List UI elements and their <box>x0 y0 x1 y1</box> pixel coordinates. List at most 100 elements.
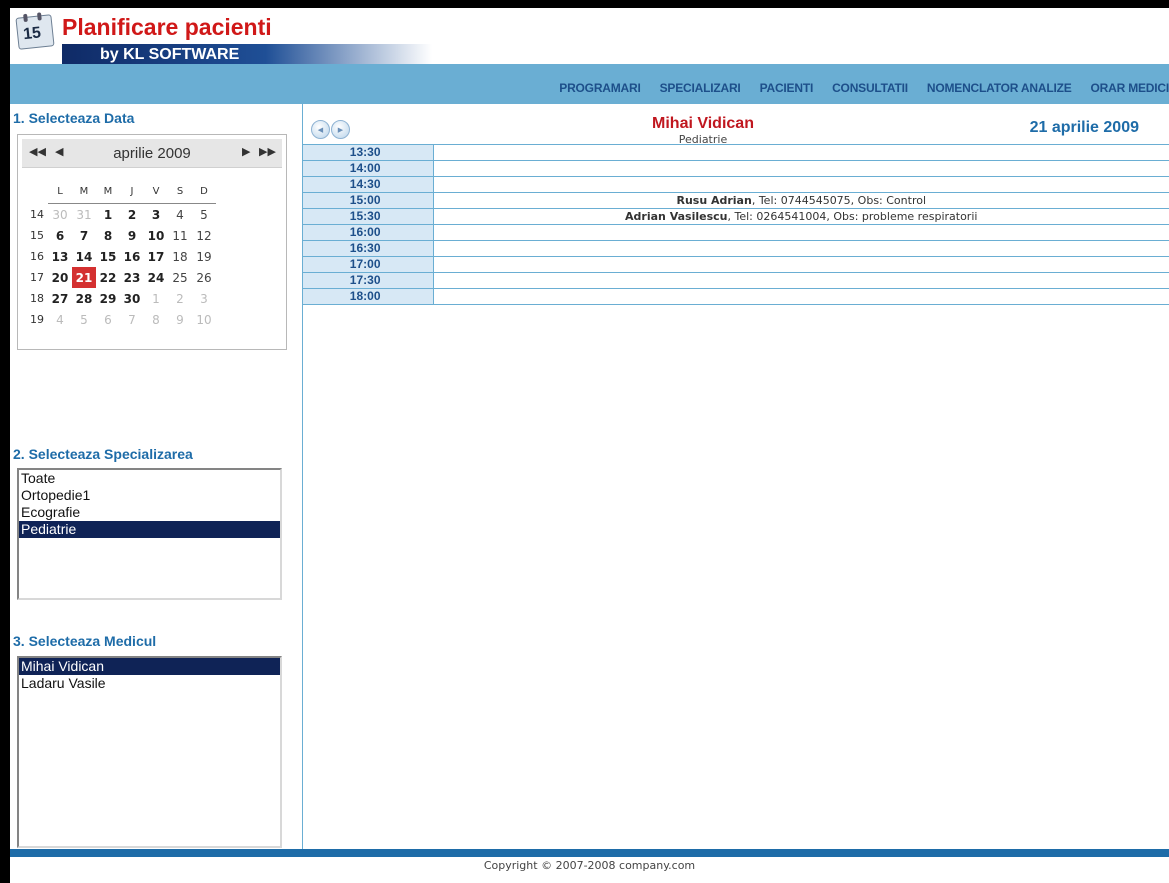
calendar-day[interactable]: 14 <box>72 246 96 267</box>
appointment-cell[interactable] <box>433 224 1169 241</box>
nav-programari[interactable]: PROGRAMARI <box>559 81 641 95</box>
calendar-day[interactable]: 30 <box>48 204 72 226</box>
calendar-day[interactable]: 18 <box>168 246 192 267</box>
calendar-day[interactable]: 15 <box>96 246 120 267</box>
calendar-grid: LMMJVSD 14 30 31 1 2 3 4 5 15 6 7 8 9 10 11 12 16 13 14 15 1… <box>26 179 216 330</box>
weekday-header: S <box>168 179 192 204</box>
selected-date: 21 aprilie 2009 <box>1029 119 1139 136</box>
appointment-cell[interactable] <box>433 160 1169 177</box>
time-slot-label: 16:00 <box>303 224 434 241</box>
day-navigation: ◀ ▶ <box>311 120 351 139</box>
footer-copyright: Copyright © 2007-2008 company.com <box>483 859 696 872</box>
calendar-day[interactable]: 24 <box>144 267 168 288</box>
specialization-listbox[interactable]: Toate Ortopedie1 Ecografie Pediatrie <box>17 468 282 600</box>
calendar-day[interactable]: 5 <box>192 204 216 226</box>
calendar-day[interactable]: 7 <box>72 225 96 246</box>
appointment-cell[interactable] <box>433 144 1169 161</box>
calendar-day[interactable]: 4 <box>48 309 72 330</box>
time-slot-label: 15:30 <box>303 208 434 225</box>
appointment-details: , Tel: 0744545075, Obs: Control <box>751 194 927 207</box>
calendar-day[interactable]: 5 <box>72 309 96 330</box>
calendar-day[interactable]: 26 <box>192 267 216 288</box>
list-item[interactable]: Ortopedie1 <box>19 487 280 504</box>
time-slot-label: 17:30 <box>303 272 434 289</box>
round-prev-icon[interactable]: ◀ <box>311 120 330 139</box>
appointment-cell[interactable]: Rusu Adrian, Tel: 0744545075, Obs: Contr… <box>433 192 1169 209</box>
calendar-day[interactable]: 8 <box>144 309 168 330</box>
calendar-day[interactable]: 30 <box>120 288 144 309</box>
calendar-day[interactable]: 12 <box>192 225 216 246</box>
time-slot-label: 15:00 <box>303 192 434 209</box>
calendar-day[interactable]: 9 <box>120 225 144 246</box>
calendar-day[interactable]: 4 <box>168 204 192 226</box>
calendar-day[interactable]: 28 <box>72 288 96 309</box>
calendar-day[interactable]: 6 <box>48 225 72 246</box>
calendar-day[interactable]: 29 <box>96 288 120 309</box>
calendar-day[interactable]: 7 <box>120 309 144 330</box>
calendar-day[interactable]: 20 <box>48 267 72 288</box>
nav-pacienti[interactable]: PACIENTI <box>760 81 814 95</box>
schedule-row: 16:30 <box>303 240 1169 257</box>
schedule-row: 14:00 <box>303 160 1169 177</box>
list-item[interactable]: Pediatrie <box>19 521 280 538</box>
list-item[interactable]: Toate <box>19 470 280 487</box>
calendar-icon: 15 <box>15 12 55 50</box>
calendar-day[interactable]: 3 <box>144 204 168 226</box>
calendar-day[interactable]: 10 <box>192 309 216 330</box>
calendar-day[interactable]: 1 <box>144 288 168 309</box>
calendar-day[interactable]: 17 <box>144 246 168 267</box>
schedule-row: 15:00 Rusu Adrian, Tel: 0744545075, Obs: … <box>303 192 1169 209</box>
calendar-day[interactable]: 16 <box>120 246 144 267</box>
time-slot-label: 18:00 <box>303 288 434 305</box>
double-right-arrow-icon[interactable]: ▶▶ <box>259 145 276 158</box>
nav-nomenclator-analize[interactable]: NOMENCLATOR ANALIZE <box>927 81 1072 95</box>
calendar-day[interactable]: 3 <box>192 288 216 309</box>
weekday-header: M <box>96 179 120 204</box>
footer-bar <box>10 849 1169 857</box>
right-arrow-icon[interactable]: ▶ <box>242 145 250 158</box>
nav-consultatii[interactable]: CONSULTATII <box>832 81 908 95</box>
calendar-day[interactable]: 2 <box>168 288 192 309</box>
schedule-row: 14:30 <box>303 176 1169 193</box>
list-item[interactable]: Ecografie <box>19 504 280 521</box>
calendar-day[interactable]: 25 <box>168 267 192 288</box>
nav-orar-medici[interactable]: ORAR MEDICI <box>1091 81 1169 95</box>
calendar-day[interactable]: 2 <box>120 204 144 226</box>
calendar-day[interactable]: 31 <box>72 204 96 226</box>
specialization-section-title: 2. Selecteaza Specializarea <box>13 446 193 462</box>
round-next-icon[interactable]: ▶ <box>331 120 350 139</box>
calendar-day[interactable]: 9 <box>168 309 192 330</box>
calendar-week: 17 20 21 22 23 24 25 26 <box>26 267 216 288</box>
calendar-day[interactable]: 22 <box>96 267 120 288</box>
week-number: 19 <box>30 313 44 326</box>
list-item[interactable]: Ladaru Vasile <box>19 675 280 692</box>
appointment-cell[interactable] <box>433 288 1169 305</box>
calendar-day[interactable]: 1 <box>96 204 120 226</box>
calendar: ◀◀ ◀ aprilie 2009 ▶ ▶▶ LMMJVSD 14 30 31 1 2 3… <box>17 134 287 350</box>
doctor-listbox[interactable]: Mihai Vidican Ladaru Vasile <box>17 656 282 848</box>
appointment-cell[interactable]: Adrian Vasilescu, Tel: 0264541004, Obs: … <box>433 208 1169 225</box>
calendar-day[interactable]: 6 <box>96 309 120 330</box>
calendar-body: 14 30 31 1 2 3 4 5 15 6 7 8 9 10 11 12 16 13 14 15 16 17 18 19 1… <box>26 204 216 331</box>
calendar-day[interactable]: 11 <box>168 225 192 246</box>
weekday-header: D <box>192 179 216 204</box>
week-number: 18 <box>30 292 44 305</box>
calendar-day[interactable]: 10 <box>144 225 168 246</box>
list-item[interactable]: Mihai Vidican <box>19 658 280 675</box>
appointment-cell[interactable] <box>433 176 1169 193</box>
calendar-day[interactable]: 27 <box>48 288 72 309</box>
schedule-row: 13:30 <box>303 144 1169 161</box>
appointment-cell[interactable] <box>433 256 1169 273</box>
appointment-cell[interactable] <box>433 240 1169 257</box>
schedule-row: 17:30 <box>303 272 1169 289</box>
calendar-day[interactable]: 13 <box>48 246 72 267</box>
appointment-cell[interactable] <box>433 272 1169 289</box>
patient-name: Rusu Adrian <box>676 194 752 207</box>
week-number: 17 <box>30 271 44 284</box>
calendar-day[interactable]: 23 <box>120 267 144 288</box>
calendar-day[interactable]: 8 <box>96 225 120 246</box>
calendar-day-selected[interactable]: 21 <box>72 267 96 288</box>
date-section-title: 1. Selecteaza Data <box>13 110 135 126</box>
calendar-day[interactable]: 19 <box>192 246 216 267</box>
nav-specializari[interactable]: SPECIALIZARI <box>660 81 741 95</box>
